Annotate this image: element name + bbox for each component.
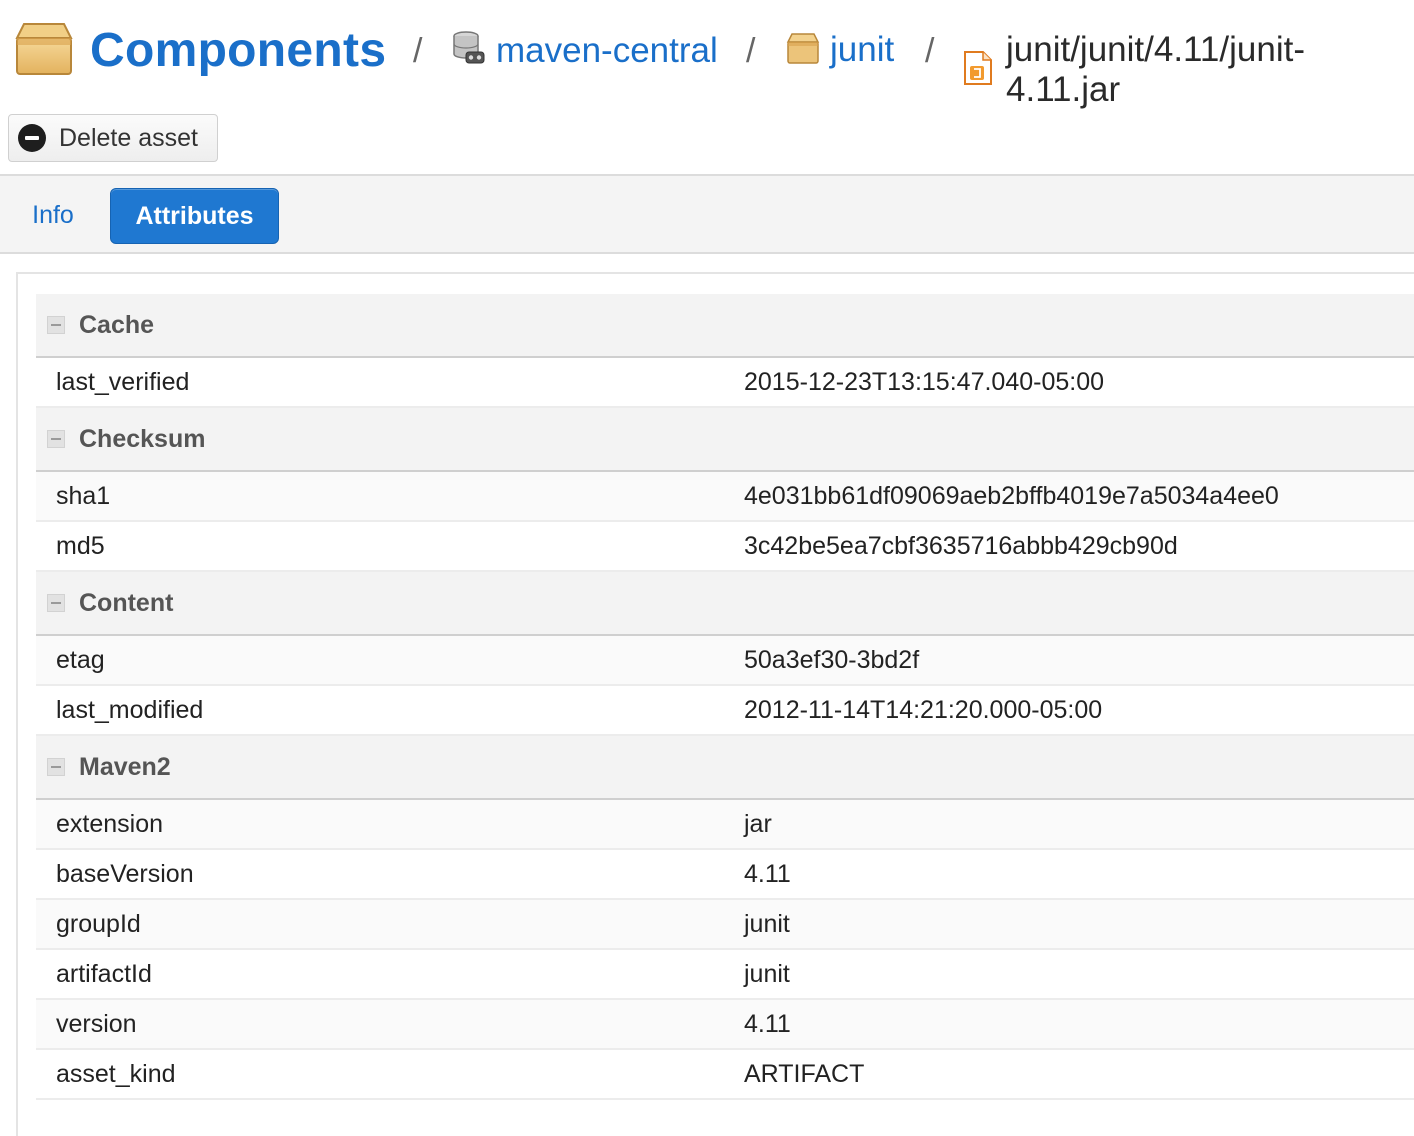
breadcrumb-asset: junit/junit/4.11/junit-4.11.jar — [962, 30, 1414, 110]
collapse-icon[interactable] — [47, 316, 65, 334]
delete-asset-button[interactable]: Delete asset — [8, 114, 218, 162]
attribute-value: ARTIFACT — [744, 1059, 865, 1088]
group-header-cache[interactable]: Cache — [36, 294, 1414, 358]
breadcrumb-separator: / — [413, 32, 423, 70]
tab-bar: Info Attributes — [0, 174, 1414, 254]
attribute-key: md5 — [56, 531, 105, 560]
table-row: artifactId junit — [36, 950, 1414, 1000]
table-row: etag 50a3ef30-3bd2f — [36, 636, 1414, 686]
table-row: baseVersion 4.11 — [36, 850, 1414, 900]
attribute-value: 4.11 — [744, 859, 791, 888]
attribute-value: junit — [744, 959, 790, 988]
table-row: groupId junit — [36, 900, 1414, 950]
asset-name: junit/junit/4.11/junit-4.11.jar — [1006, 30, 1305, 109]
group-header-maven2[interactable]: Maven2 — [36, 736, 1414, 800]
group-label: Maven2 — [79, 752, 171, 781]
table-row: version 4.11 — [36, 1000, 1414, 1050]
attribute-value: jar — [744, 809, 772, 838]
attribute-value: 3c42be5ea7cbf3635716abbb429cb90d — [744, 531, 1178, 560]
attributes-panel: Cache last_verified 2015-12-23T13:15:47.… — [16, 272, 1414, 1136]
attribute-value: 50a3ef30-3bd2f — [744, 645, 920, 674]
group-label: Checksum — [79, 424, 206, 453]
tab-attributes[interactable]: Attributes — [110, 188, 279, 244]
attribute-key: sha1 — [56, 481, 111, 510]
attribute-key: artifactId — [56, 959, 152, 988]
group-label: Content — [79, 588, 174, 617]
table-row: sha1 4e031bb61df09069aeb2bffb4019e7a5034… — [36, 472, 1414, 522]
minus-circle-icon — [18, 124, 46, 152]
attribute-key: last_modified — [56, 695, 204, 724]
toolbar: Delete asset — [0, 100, 1414, 174]
group-header-content[interactable]: Content — [36, 572, 1414, 636]
table-row: asset_kind ARTIFACT — [36, 1050, 1414, 1100]
attribute-key: baseVersion — [56, 859, 194, 888]
breadcrumb: Components / maven-central / junit / jun… — [0, 0, 1414, 109]
table-row: last_modified 2012-11-14T14:21:20.000-05… — [36, 686, 1414, 736]
attribute-value: 4.11 — [744, 1009, 791, 1038]
table-row: extension jar — [36, 800, 1414, 850]
attribute-value: 2012-11-14T14:21:20.000-05:00 — [744, 695, 1103, 724]
repository-link[interactable]: maven-central — [496, 31, 718, 71]
collapse-icon[interactable] — [47, 594, 65, 612]
attribute-key: extension — [56, 809, 164, 838]
attribute-key: asset_kind — [56, 1059, 176, 1088]
box-icon — [786, 31, 820, 70]
attribute-value: 4e031bb61df09069aeb2bffb4019e7a5034a4ee0 — [744, 481, 1279, 510]
box-icon — [14, 20, 74, 81]
attribute-key: groupId — [56, 909, 141, 938]
attributes-table: Cache last_verified 2015-12-23T13:15:47.… — [36, 294, 1414, 1100]
table-row: last_verified 2015-12-23T13:15:47.040-05… — [36, 358, 1414, 408]
group-header-checksum[interactable]: Checksum — [36, 408, 1414, 472]
breadcrumb-separator: / — [746, 32, 756, 70]
group-label: Cache — [79, 310, 155, 339]
attribute-key: etag — [56, 645, 105, 674]
breadcrumb-separator: / — [925, 32, 935, 70]
breadcrumb-repository[interactable]: maven-central — [452, 30, 718, 71]
delete-asset-label: Delete asset — [59, 123, 198, 152]
page-title[interactable]: Components — [90, 23, 386, 78]
collapse-icon[interactable] — [47, 430, 65, 448]
tab-info[interactable]: Info — [20, 188, 86, 242]
jar-file-icon — [962, 50, 994, 91]
breadcrumb-components[interactable]: Components — [14, 20, 386, 81]
component-link[interactable]: junit — [830, 30, 894, 70]
attribute-value: junit — [744, 909, 790, 938]
attribute-key: last_verified — [56, 367, 190, 396]
attribute-key: version — [56, 1009, 137, 1038]
collapse-icon[interactable] — [47, 758, 65, 776]
repository-icon — [452, 30, 486, 71]
breadcrumb-component[interactable]: junit — [786, 30, 894, 70]
table-row: md5 3c42be5ea7cbf3635716abbb429cb90d — [36, 522, 1414, 572]
attribute-value: 2015-12-23T13:15:47.040-05:00 — [744, 367, 1105, 396]
